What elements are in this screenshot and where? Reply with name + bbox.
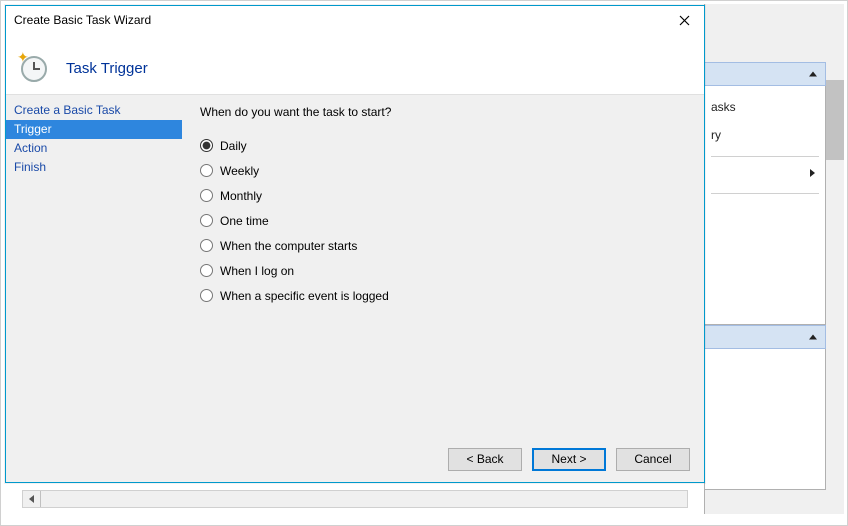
sidebar-item-label: Finish: [14, 160, 46, 174]
task-scheduler-icon: ✦: [18, 51, 52, 85]
trigger-option-computer-starts[interactable]: When the computer starts: [200, 233, 686, 258]
page-title: Task Trigger: [66, 60, 148, 77]
trigger-option-weekly[interactable]: Weekly: [200, 158, 686, 183]
horizontal-scrollbar[interactable]: [22, 490, 688, 508]
actions-header-2[interactable]: [704, 325, 826, 349]
next-button[interactable]: Next >: [532, 448, 606, 471]
radio-event-logged[interactable]: [200, 289, 213, 302]
sidebar-item-label: Create a Basic Task: [14, 103, 121, 117]
radio-log-on[interactable]: [200, 264, 213, 277]
wizard-footer: < Back Next > Cancel: [6, 436, 704, 482]
trigger-option-one-time[interactable]: One time: [200, 208, 686, 233]
cancel-button[interactable]: Cancel: [616, 448, 690, 471]
radio-one-time[interactable]: [200, 214, 213, 227]
radio-daily[interactable]: [200, 139, 213, 152]
radio-label: Weekly: [220, 164, 259, 178]
radio-label: When I log on: [220, 264, 294, 278]
trigger-question: When do you want the task to start?: [200, 105, 686, 119]
radio-computer-starts[interactable]: [200, 239, 213, 252]
sidebar-step-action[interactable]: Action: [6, 139, 182, 158]
bg-item[interactable]: [711, 202, 819, 216]
trigger-option-log-on[interactable]: When I log on: [200, 258, 686, 283]
wizard-content: When do you want the task to start? Dail…: [182, 95, 704, 436]
scroll-thumb[interactable]: [826, 80, 844, 160]
create-basic-task-wizard-dialog: Create Basic Task Wizard ✦ Task Trigger …: [5, 5, 705, 483]
sidebar-item-label: Action: [14, 141, 47, 155]
actions-panel-2: [704, 349, 826, 490]
sidebar-step-create-basic-task[interactable]: Create a Basic Task: [6, 101, 182, 120]
radio-weekly[interactable]: [200, 164, 213, 177]
radio-label: When the computer starts: [220, 239, 357, 253]
actions-header-1[interactable]: [704, 62, 826, 86]
window-title: Create Basic Task Wizard: [14, 13, 151, 27]
trigger-option-event-logged[interactable]: When a specific event is logged: [200, 283, 686, 308]
radio-label: Daily: [220, 139, 247, 153]
vertical-scrollbar[interactable]: [826, 62, 844, 490]
trigger-option-daily[interactable]: Daily: [200, 133, 686, 158]
close-button[interactable]: [664, 6, 704, 34]
wizard-body: Create a Basic Task Trigger Action Finis…: [6, 94, 704, 436]
titlebar: Create Basic Task Wizard: [6, 6, 704, 34]
wizard-header: ✦ Task Trigger: [6, 34, 704, 94]
radio-label: One time: [220, 214, 269, 228]
bg-item[interactable]: [711, 165, 819, 179]
radio-label: When a specific event is logged: [220, 289, 389, 303]
radio-label: Monthly: [220, 189, 262, 203]
wizard-steps-sidebar: Create a Basic Task Trigger Action Finis…: [6, 95, 182, 436]
radio-monthly[interactable]: [200, 189, 213, 202]
scroll-left-button[interactable]: [23, 491, 41, 507]
bg-item[interactable]: asks: [711, 100, 819, 114]
actions-panel-1: asks ry: [704, 86, 826, 325]
sidebar-step-trigger[interactable]: Trigger: [6, 120, 182, 139]
back-button[interactable]: < Back: [448, 448, 522, 471]
close-icon: [679, 15, 690, 26]
trigger-option-monthly[interactable]: Monthly: [200, 183, 686, 208]
bg-item[interactable]: ry: [711, 128, 819, 142]
sidebar-step-finish[interactable]: Finish: [6, 158, 182, 177]
sidebar-item-label: Trigger: [14, 122, 52, 136]
